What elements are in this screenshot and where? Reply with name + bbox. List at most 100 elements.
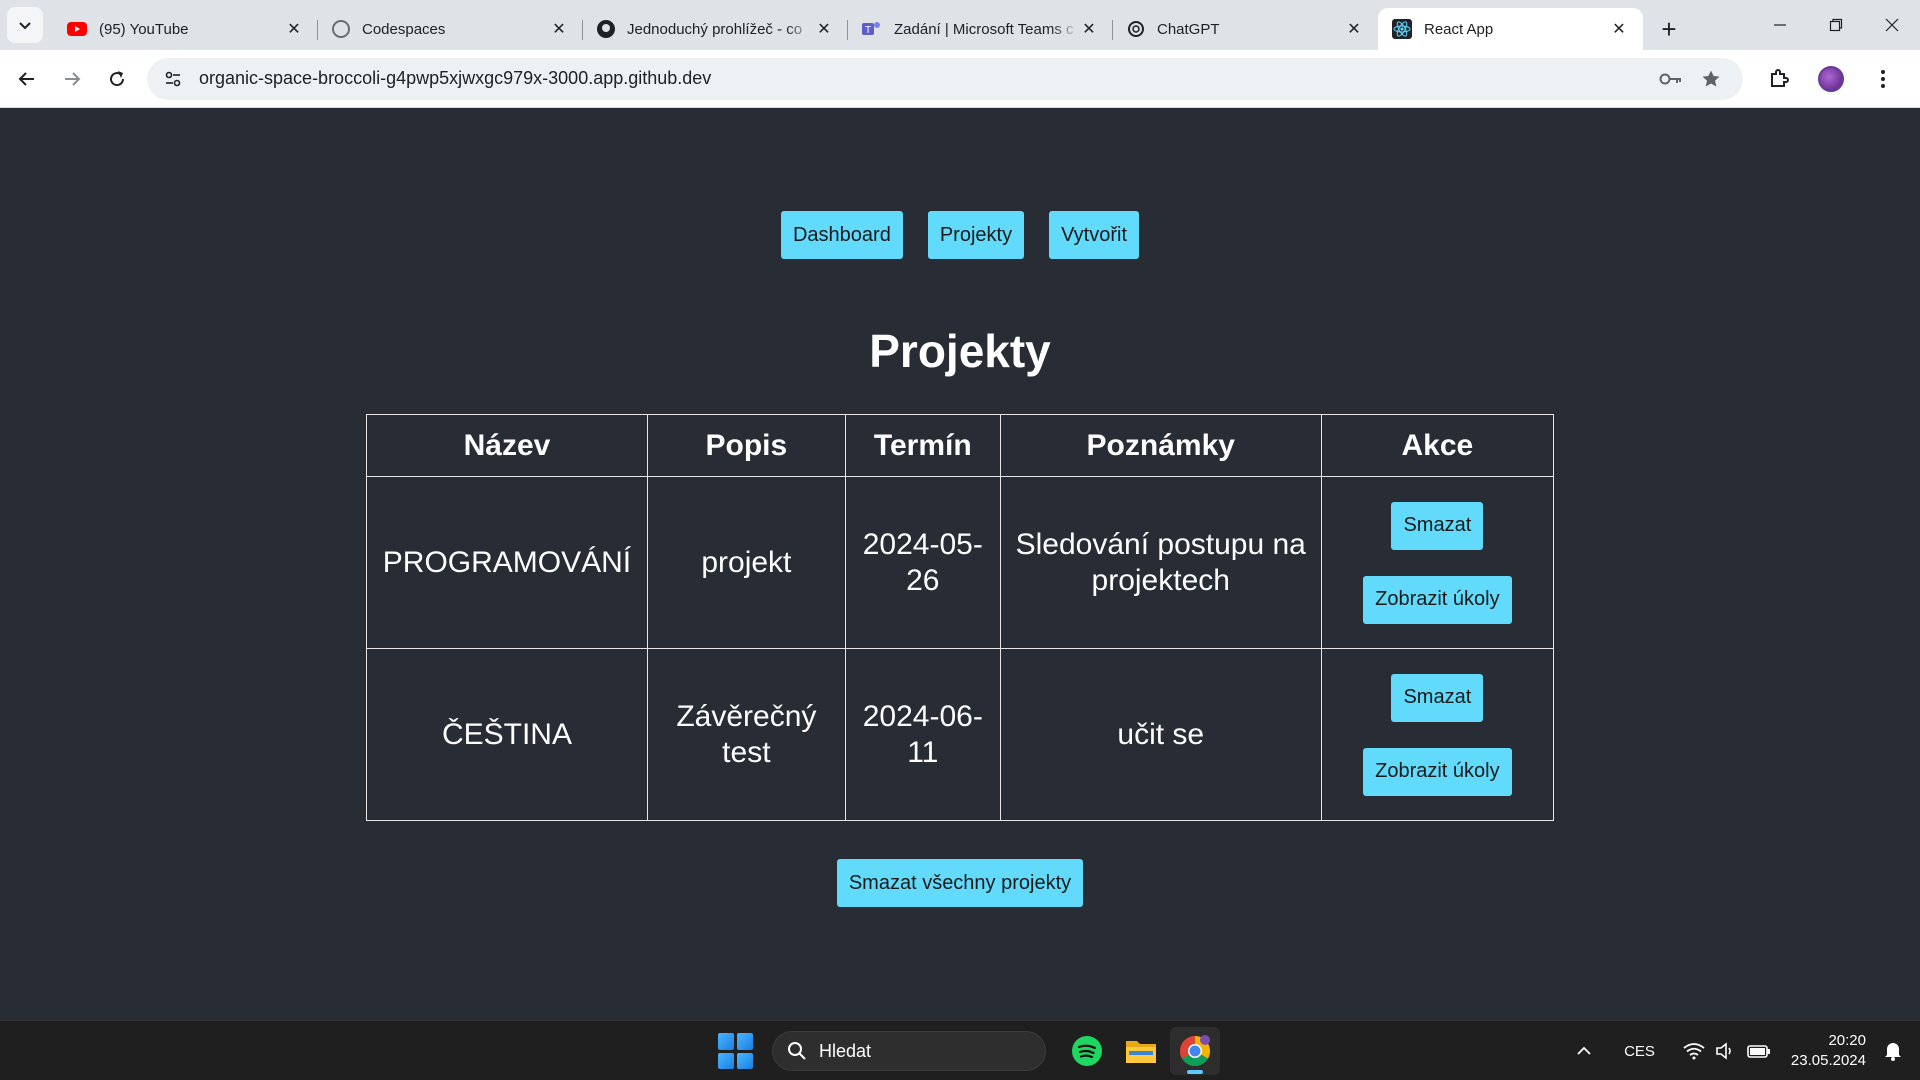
key-icon: [1659, 73, 1681, 84]
teams-icon: T: [862, 22, 880, 36]
close-window-button[interactable]: [1864, 0, 1920, 50]
github-icon: [597, 20, 615, 38]
create-button[interactable]: Vytvořit: [1049, 211, 1140, 259]
minimize-icon: [1774, 24, 1786, 26]
tab-title: Codespaces: [362, 20, 446, 38]
windows-taskbar: Hledat CES 20:20 23.05.2024: [0, 1020, 1920, 1080]
tab-simple-browser[interactable]: Jednoduchý prohlížeč - co ✕: [583, 8, 848, 50]
clock[interactable]: 20:20 23.05.2024: [1791, 1031, 1866, 1071]
spotify-icon: [1072, 1036, 1102, 1066]
column-header-notes: Poznámky: [999, 414, 1322, 477]
page-content: Dashboard Projekty Vytvořit Projekty Náz…: [0, 108, 1920, 1020]
clock-date: 23.05.2024: [1790, 1052, 1866, 1069]
reload-button[interactable]: [99, 61, 135, 97]
site-settings-icon: [165, 71, 181, 86]
windows-logo-tile: [737, 1052, 753, 1069]
table-row: PROGRAMOVÁNÍ projekt 2024-05-26 Sledován…: [366, 476, 1555, 649]
page-title: Projekty: [869, 325, 1051, 377]
tab-search-button[interactable]: [7, 7, 43, 43]
extensions-button[interactable]: [1759, 59, 1799, 99]
dashboard-button[interactable]: Dashboard: [780, 211, 903, 259]
project-name: PROGRAMOVÁNÍ: [366, 476, 648, 649]
project-actions: Smazat Zobrazit úkoly: [1320, 648, 1555, 821]
reload-icon: [110, 70, 125, 86]
project-description: projekt: [646, 476, 846, 649]
wifi-button[interactable]: [1683, 1042, 1705, 1060]
url-text[interactable]: organic-space-broccoli-g4pwp5xjwxgc979x-…: [199, 68, 1647, 89]
restore-button[interactable]: [1808, 0, 1864, 50]
youtube-icon: [67, 22, 87, 36]
chevron-up-icon: [1577, 1046, 1591, 1055]
project-notes: učit se: [999, 648, 1322, 821]
clock-time: 20:20: [1828, 1032, 1866, 1049]
project-deadline: 2024-05-26: [844, 476, 1001, 649]
language-indicator[interactable]: CES: [1624, 1043, 1655, 1060]
tab-chatgpt[interactable]: ChatGPT ✕: [1113, 8, 1378, 50]
delete-project-button[interactable]: Smazat: [1391, 501, 1484, 550]
chevron-down-icon: [19, 22, 31, 30]
window-controls: [1752, 0, 1920, 50]
projects-table: Název Popis Termín Poznámky Akce PROGRAM…: [366, 414, 1555, 821]
column-header-name: Název: [366, 414, 648, 477]
tab-title: Zadání | Microsoft Teams c: [894, 20, 1074, 38]
system-tray: CES 20:20 23.05.2024: [1556, 1021, 1902, 1080]
delete-all-projects-button[interactable]: Smazat všechny projekty: [836, 859, 1084, 907]
arrow-left-icon: [18, 71, 34, 86]
windows-start-button[interactable]: [718, 1033, 754, 1069]
tab-codespaces[interactable]: Codespaces ✕: [318, 8, 583, 50]
more-vertical-icon: [1881, 69, 1885, 88]
github-icon: [332, 20, 350, 38]
browser-toolbar: organic-space-broccoli-g4pwp5xjwxgc979x-…: [0, 50, 1920, 108]
close-icon[interactable]: ✕: [284, 19, 304, 39]
folder-icon: [1126, 1041, 1156, 1063]
puzzle-icon: [1771, 68, 1789, 87]
chrome-icon: [1179, 1035, 1211, 1067]
file-explorer-app[interactable]: [1116, 1027, 1166, 1075]
minimize-button[interactable]: [1752, 0, 1808, 50]
volume-button[interactable]: [1715, 1042, 1735, 1060]
battery-icon: [1747, 1045, 1770, 1058]
close-icon[interactable]: ✕: [1079, 19, 1099, 39]
tab-react-app[interactable]: React App ✕: [1378, 8, 1643, 50]
project-actions: Smazat Zobrazit úkoly: [1320, 476, 1555, 649]
deadline-text: 2024-05-26: [862, 527, 983, 597]
close-icon[interactable]: ✕: [549, 19, 569, 39]
close-icon[interactable]: ✕: [1609, 19, 1629, 39]
close-icon[interactable]: ✕: [1344, 19, 1364, 39]
tab-title: ChatGPT: [1157, 20, 1220, 38]
tab-youtube[interactable]: (95) YouTube ✕: [53, 8, 318, 50]
bookmark-button[interactable]: [1695, 63, 1727, 95]
chrome-app[interactable]: [1170, 1027, 1220, 1075]
profile-button[interactable]: [1811, 59, 1851, 99]
close-icon[interactable]: ✕: [814, 19, 834, 39]
tab-title: Jednoduchý prohlížeč - co: [627, 20, 803, 38]
forward-button[interactable]: [54, 61, 90, 97]
tab-title: (95) YouTube: [99, 20, 189, 38]
address-bar[interactable]: organic-space-broccoli-g4pwp5xjwxgc979x-…: [147, 57, 1743, 100]
wifi-icon: [1683, 1043, 1705, 1060]
star-icon: [1702, 70, 1720, 86]
new-tab-button[interactable]: +: [1651, 11, 1687, 47]
delete-all-container: Smazat všechny projekty: [0, 859, 1920, 907]
notifications-button[interactable]: [1884, 1041, 1902, 1061]
search-icon: [788, 1042, 806, 1060]
react-icon: [1392, 19, 1412, 39]
projects-button[interactable]: Projekty: [927, 211, 1025, 259]
taskbar-search[interactable]: Hledat: [772, 1031, 1046, 1071]
battery-button[interactable]: [1747, 1043, 1771, 1059]
password-key-button[interactable]: [1655, 63, 1687, 95]
show-tasks-button[interactable]: Zobrazit úkoly: [1363, 575, 1512, 624]
delete-project-button[interactable]: Smazat: [1391, 673, 1484, 722]
show-tasks-button[interactable]: Zobrazit úkoly: [1363, 747, 1512, 796]
column-header-actions: Akce: [1320, 414, 1555, 477]
show-hidden-icons-button[interactable]: [1576, 1046, 1592, 1056]
spotify-app[interactable]: [1062, 1027, 1112, 1075]
tab-teams[interactable]: T Zadání | Microsoft Teams c ✕: [848, 8, 1113, 50]
windows-logo-tile: [718, 1033, 734, 1050]
svg-text:T: T: [865, 25, 871, 36]
menu-button[interactable]: [1863, 59, 1903, 99]
speaker-icon: [1716, 1042, 1731, 1060]
table-row: ČEŠTINA Závěrečný test 2024-06-11 učit s…: [366, 648, 1555, 821]
back-button[interactable]: [9, 61, 45, 97]
project-name: ČEŠTINA: [366, 648, 648, 821]
